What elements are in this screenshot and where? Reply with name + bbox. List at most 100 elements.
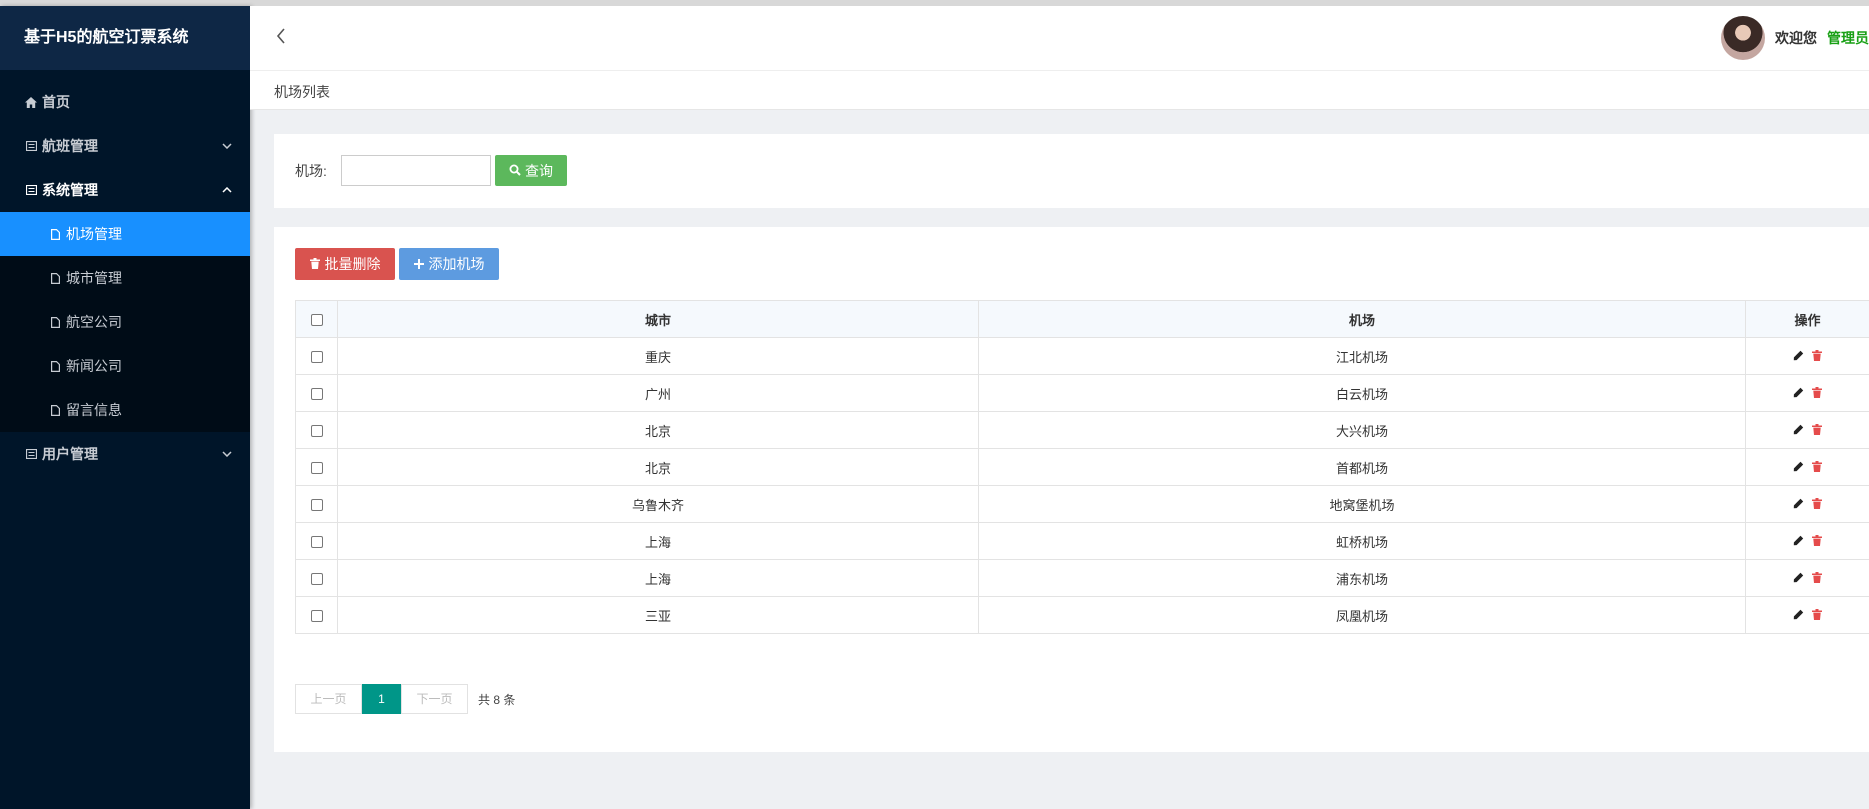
sidebar-item-cities[interactable]: 城市管理 [0,256,250,300]
actions-cell [1745,522,1869,560]
total-count: 共 8 条 [478,692,516,707]
airport-cell: 凤凰机场 [978,596,1746,634]
trash-icon [309,256,320,272]
table-row: 上海 浦东机场 [295,559,1869,597]
file-icon [48,360,62,372]
delete-icon[interactable] [1812,534,1822,549]
actions-cell [1745,448,1869,486]
system-submenu: 机场管理 城市管理 航空公司 新闻公司 留言信息 [0,212,250,432]
row-select-cell [295,374,338,412]
sidebar-item-news[interactable]: 新闻公司 [0,344,250,388]
city-cell: 北京 [337,448,979,486]
sidebar-item-system[interactable]: 系统管理 [0,168,250,212]
row-checkbox[interactable] [310,462,323,475]
row-checkbox[interactable] [310,536,323,549]
airport-cell: 地窝堡机场 [978,485,1746,523]
sidebar-menu: 首页 航班管理 系统管理 机场管理 城市管理 航空公司 新闻公司 留言信息 用户… [0,70,250,476]
file-icon [48,272,62,284]
airport-table: 城市 机场 操作 重庆 江北机场 广州 白云机场 北京 大兴机场 北京 首都机场 乌鲁木齐 地窝堡… [295,300,1869,634]
edit-icon[interactable] [1793,349,1804,364]
prev-page-button[interactable]: 上一页 [295,684,362,714]
user-info[interactable]: 欢迎您 管理员 [1721,16,1869,60]
sidebar-item-home[interactable]: 首页 [0,80,250,124]
file-icon [48,404,62,416]
delete-icon[interactable] [1812,608,1822,623]
edit-icon[interactable] [1793,423,1804,438]
actions-cell [1745,337,1869,375]
edit-icon[interactable] [1793,608,1804,623]
sidebar-item-airports[interactable]: 机场管理 [0,212,250,256]
sidebar-item-messages[interactable]: 留言信息 [0,388,250,432]
airport-cell: 江北机场 [978,337,1746,375]
delete-icon[interactable] [1812,460,1822,475]
city-cell: 重庆 [337,337,979,375]
username[interactable]: 管理员 [1827,28,1869,48]
city-cell: 三亚 [337,596,979,634]
sidebar-item-label: 新闻公司 [66,358,122,374]
back-icon[interactable] [276,28,286,49]
table-row: 北京 首都机场 [295,448,1869,486]
row-select-cell [295,485,338,523]
list-icon [24,185,38,195]
sidebar-item-label: 用户管理 [42,446,98,462]
edit-icon[interactable] [1793,571,1804,586]
row-checkbox[interactable] [310,499,323,512]
table-row: 三亚 凤凰机场 [295,596,1869,634]
row-checkbox[interactable] [310,610,323,623]
search-button-label: 查询 [525,162,553,179]
sidebar-item-flights[interactable]: 航班管理 [0,124,250,168]
airport-cell: 首都机场 [978,448,1746,486]
search-icon [509,163,521,179]
edit-icon[interactable] [1793,534,1804,549]
row-checkbox[interactable] [310,573,323,586]
airport-list-panel: 批量删除 添加机场 城市 机场 操作 重庆 江北机场 广州 白云机场 北京 大兴机场 北京首… [274,227,1869,752]
edit-icon[interactable] [1793,386,1804,401]
column-header-airport: 机场 [978,300,1746,338]
sidebar-item-label: 城市管理 [66,270,122,286]
sidebar-item-label: 航班管理 [42,138,98,154]
table-header-row: 城市 机场 操作 [295,300,1869,338]
row-select-cell [295,448,338,486]
sidebar-item-users[interactable]: 用户管理 [0,432,250,476]
city-cell: 上海 [337,522,979,560]
sidebar-item-airlines[interactable]: 航空公司 [0,300,250,344]
delete-icon[interactable] [1812,386,1822,401]
airport-search-input[interactable] [341,155,491,186]
select-all-checkbox[interactable] [310,314,323,327]
row-checkbox[interactable] [310,388,323,401]
file-icon [48,228,62,240]
city-cell: 上海 [337,559,979,597]
table-row: 上海 虹桥机场 [295,522,1869,560]
sidebar-item-label: 留言信息 [66,402,122,418]
delete-icon[interactable] [1812,571,1822,586]
row-checkbox[interactable] [310,351,323,364]
column-header-city: 城市 [337,300,979,338]
airport-cell: 大兴机场 [978,411,1746,449]
avatar[interactable] [1721,16,1765,60]
plus-icon [413,256,424,272]
city-cell: 乌鲁木齐 [337,485,979,523]
city-cell: 北京 [337,411,979,449]
row-select-cell [295,411,338,449]
breadcrumb: 机场列表 [250,71,1869,110]
edit-icon[interactable] [1793,460,1804,475]
actions-cell [1745,374,1869,412]
sidebar-item-label: 机场管理 [66,226,122,242]
table-row: 广州 白云机场 [295,374,1869,412]
list-icon [24,449,38,459]
page-1-button[interactable]: 1 [362,684,401,714]
sidebar: 基于H5的航空订票系统 首页 航班管理 系统管理 机场管理 城市管理 航空公司 … [0,6,250,809]
airport-cell: 白云机场 [978,374,1746,412]
batch-delete-label: 批量删除 [324,256,381,272]
add-airport-button[interactable]: 添加机场 [399,248,499,280]
edit-icon[interactable] [1793,497,1804,512]
top-header: 欢迎您 管理员 [250,6,1869,71]
sidebar-item-label: 首页 [42,94,70,110]
search-button[interactable]: 查询 [495,155,567,186]
batch-delete-button[interactable]: 批量删除 [295,248,395,280]
delete-icon[interactable] [1812,497,1822,512]
next-page-button[interactable]: 下一页 [401,684,468,714]
delete-icon[interactable] [1812,349,1822,364]
row-checkbox[interactable] [310,425,323,438]
delete-icon[interactable] [1812,423,1822,438]
